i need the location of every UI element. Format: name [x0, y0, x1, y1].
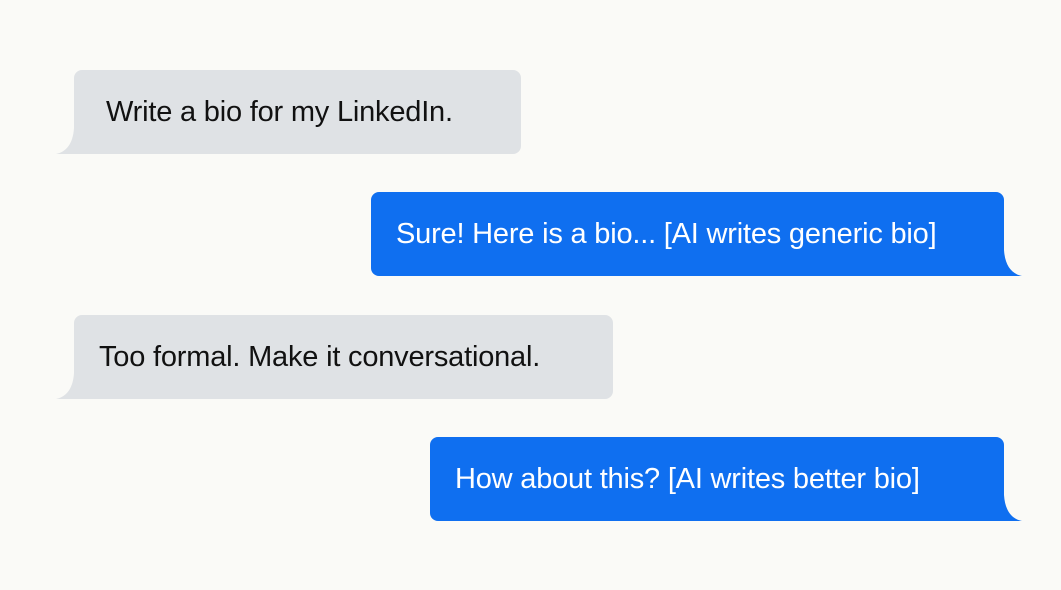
bubble-tail	[996, 250, 1022, 276]
bubble-tail	[56, 128, 82, 154]
bubble-tail	[56, 373, 82, 399]
bubble-tail	[996, 495, 1022, 521]
message-text: Sure! Here is a bio... [AI writes generi…	[396, 217, 937, 250]
message-text: Too formal. Make it conversational.	[99, 340, 541, 373]
message-bubble-received: Too formal. Make it conversational.	[56, 315, 613, 399]
message-text: Write a bio for my LinkedIn.	[106, 95, 453, 128]
message-bubble-sent: Sure! Here is a bio... [AI writes generi…	[371, 192, 1022, 276]
chat-thread: Write a bio for my LinkedIn. Sure! Here …	[0, 0, 1061, 590]
message-bubble-received: Write a bio for my LinkedIn.	[56, 70, 521, 154]
message-text: How about this? [AI writes better bio]	[455, 462, 920, 495]
message-bubble-sent: How about this? [AI writes better bio]	[430, 437, 1022, 521]
